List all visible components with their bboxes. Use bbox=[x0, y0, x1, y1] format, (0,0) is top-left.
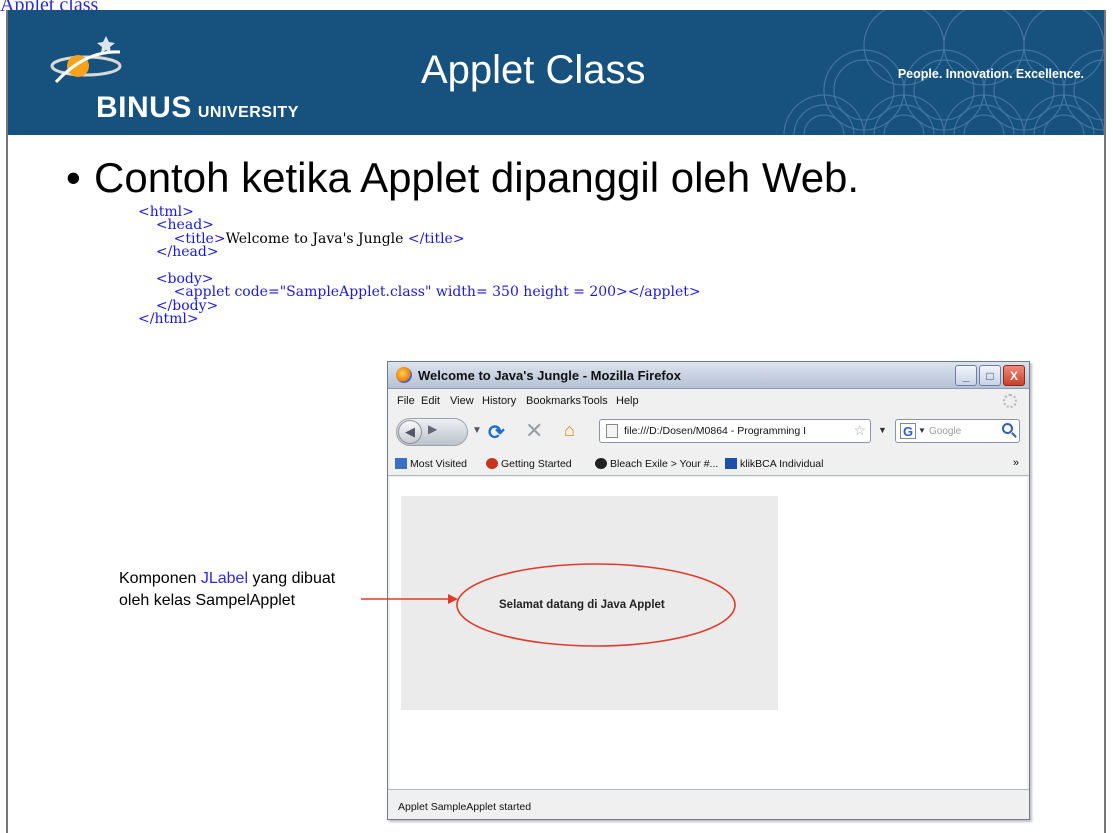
logo-binus-text: BINUS bbox=[96, 91, 192, 124]
firefox-window: Welcome to Java's Jungle - Mozilla Firef… bbox=[387, 361, 1030, 820]
back-button[interactable]: ◀ bbox=[398, 420, 422, 444]
window-titlebar[interactable]: Welcome to Java's Jungle - Mozilla Firef… bbox=[388, 362, 1029, 389]
bookmark-getting-started[interactable]: Getting Started bbox=[486, 458, 572, 470]
code-text: Welcome to Java's Jungle bbox=[225, 230, 408, 247]
navigation-toolbar: ◀ ▶ ▼ ⟳ ✕ ⌂ file:///D:/Dosen/M0864 - Pro… bbox=[388, 412, 1029, 452]
bookmark-star-icon[interactable]: ☆ bbox=[853, 422, 866, 439]
menu-edit[interactable]: Edit bbox=[421, 395, 440, 407]
slide-banner: BINUS UNIVERSITY Applet Class People. Inn… bbox=[8, 10, 1104, 135]
tagline: People. Innovation. Excellence. bbox=[897, 67, 1084, 81]
close-button[interactable]: X bbox=[1003, 365, 1025, 386]
page-icon bbox=[606, 424, 618, 438]
menu-tools[interactable]: Tools bbox=[582, 395, 608, 407]
forward-button[interactable]: ▶ bbox=[428, 422, 437, 436]
binus-logo: BINUS UNIVERSITY bbox=[46, 30, 336, 130]
search-icon[interactable] bbox=[1002, 423, 1013, 434]
bullet-dot: • bbox=[66, 154, 81, 201]
activity-throbber-icon bbox=[1003, 394, 1017, 408]
bookmark-label: Bleach Exile > Your #... bbox=[610, 458, 719, 470]
html-code-block: <html> <head> <title>Welcome to Java's J… bbox=[138, 205, 701, 328]
annotation-jlabel-highlight: JLabel bbox=[200, 570, 248, 587]
reload-button[interactable]: ⟳ bbox=[488, 420, 505, 445]
bookmark-label: Getting Started bbox=[501, 458, 572, 470]
menu-help[interactable]: Help bbox=[616, 395, 639, 407]
klikbca-icon bbox=[725, 458, 737, 469]
code-tag: </title> bbox=[407, 230, 465, 247]
code-line: </body> bbox=[138, 299, 701, 313]
annotation-line-1: Komponen JLabel yang dibuat bbox=[119, 568, 335, 590]
url-bar[interactable]: file:///D:/Dosen/M0864 - Programming I ☆ bbox=[599, 419, 871, 443]
window-controls: _ □ X bbox=[955, 365, 1025, 386]
annotation-text-post: yang dibuat bbox=[248, 570, 336, 587]
maximize-button[interactable]: □ bbox=[979, 365, 1001, 386]
bookmark-label: Most Visited bbox=[410, 458, 467, 470]
bookmark-klikbca[interactable]: klikBCA Individual bbox=[725, 458, 823, 470]
code-tag: </head> bbox=[155, 244, 219, 261]
window-title: Welcome to Java's Jungle - Mozilla Firef… bbox=[418, 368, 681, 383]
firefox-icon bbox=[396, 367, 412, 383]
code-line: <applet code="SampleApplet.class" width=… bbox=[138, 284, 701, 301]
applet-panel: Selamat datang di Java Applet bbox=[401, 496, 778, 710]
most-visited-icon bbox=[395, 458, 407, 469]
annotation-line-2: oleh kelas SampelApplet bbox=[119, 592, 296, 609]
bullet-point: • Contoh ketika Applet dipanggil oleh Web… bbox=[66, 154, 859, 202]
code-line: <title>Welcome to Java's Jungle </title> bbox=[138, 230, 701, 247]
url-text: file:///D:/Dosen/M0864 - Programming I bbox=[624, 425, 807, 437]
logo-wordmark: BINUS UNIVERSITY bbox=[96, 91, 299, 125]
logo-globe-icon bbox=[50, 36, 122, 84]
bookmark-bleach-exile[interactable]: Bleach Exile > Your #... bbox=[595, 458, 718, 470]
page-content-area: Selamat datang di Java Applet bbox=[390, 477, 1027, 789]
jlabel-annotation: Komponen JLabel yang dibuat oleh kelas S… bbox=[119, 568, 335, 612]
menu-bookmarks[interactable]: Bookmarks bbox=[526, 395, 581, 407]
search-placeholder: Google bbox=[929, 426, 962, 437]
home-button[interactable]: ⌂ bbox=[564, 420, 575, 441]
code-string: "SampleApplet.class" bbox=[279, 284, 432, 301]
menu-history[interactable]: History bbox=[482, 395, 516, 407]
minimize-button[interactable]: _ bbox=[955, 365, 977, 386]
menu-bar: File Edit View History Bookmarks Tools H… bbox=[388, 390, 1029, 412]
bookmark-label: klikBCA Individual bbox=[740, 458, 824, 470]
menu-file[interactable]: File bbox=[397, 395, 415, 407]
bookmarks-overflow-chevron-icon[interactable]: » bbox=[1013, 457, 1019, 469]
getting-started-icon bbox=[486, 458, 498, 469]
status-bar: Applet SampleApplet started bbox=[388, 789, 1029, 819]
code-tag: </html> bbox=[138, 311, 199, 328]
logo-university-text: UNIVERSITY bbox=[197, 104, 299, 121]
code-line: </head> bbox=[138, 244, 701, 261]
code-tag: width= 350 height = 200></applet> bbox=[431, 284, 701, 301]
google-search-engine-icon[interactable]: G bbox=[900, 423, 916, 439]
search-box[interactable]: G ▼ Google bbox=[895, 419, 1020, 443]
status-text: Applet SampleApplet started bbox=[398, 801, 532, 813]
url-dropdown-button[interactable]: ▼ bbox=[878, 425, 887, 435]
annotation-text-pre: Komponen bbox=[119, 570, 201, 587]
bullet-text: Contoh ketika Applet dipanggil oleh Web. bbox=[94, 154, 860, 201]
bookmarks-toolbar: Most Visited Getting Started Bleach Exil… bbox=[388, 452, 1029, 476]
search-engine-dropdown-icon[interactable]: ▼ bbox=[918, 426, 926, 435]
code-line: <html> bbox=[138, 205, 701, 219]
jlabel-welcome-text: Selamat datang di Java Applet bbox=[499, 599, 665, 611]
code-line: </html> bbox=[138, 311, 701, 328]
stop-button[interactable]: ✕ bbox=[525, 418, 543, 444]
bookmark-most-visited[interactable]: Most Visited bbox=[395, 458, 467, 470]
slide-title: Applet Class bbox=[421, 48, 646, 92]
menu-view[interactable]: View bbox=[450, 395, 474, 407]
bleach-icon bbox=[595, 458, 607, 469]
history-dropdown-button[interactable]: ▼ bbox=[472, 425, 482, 436]
